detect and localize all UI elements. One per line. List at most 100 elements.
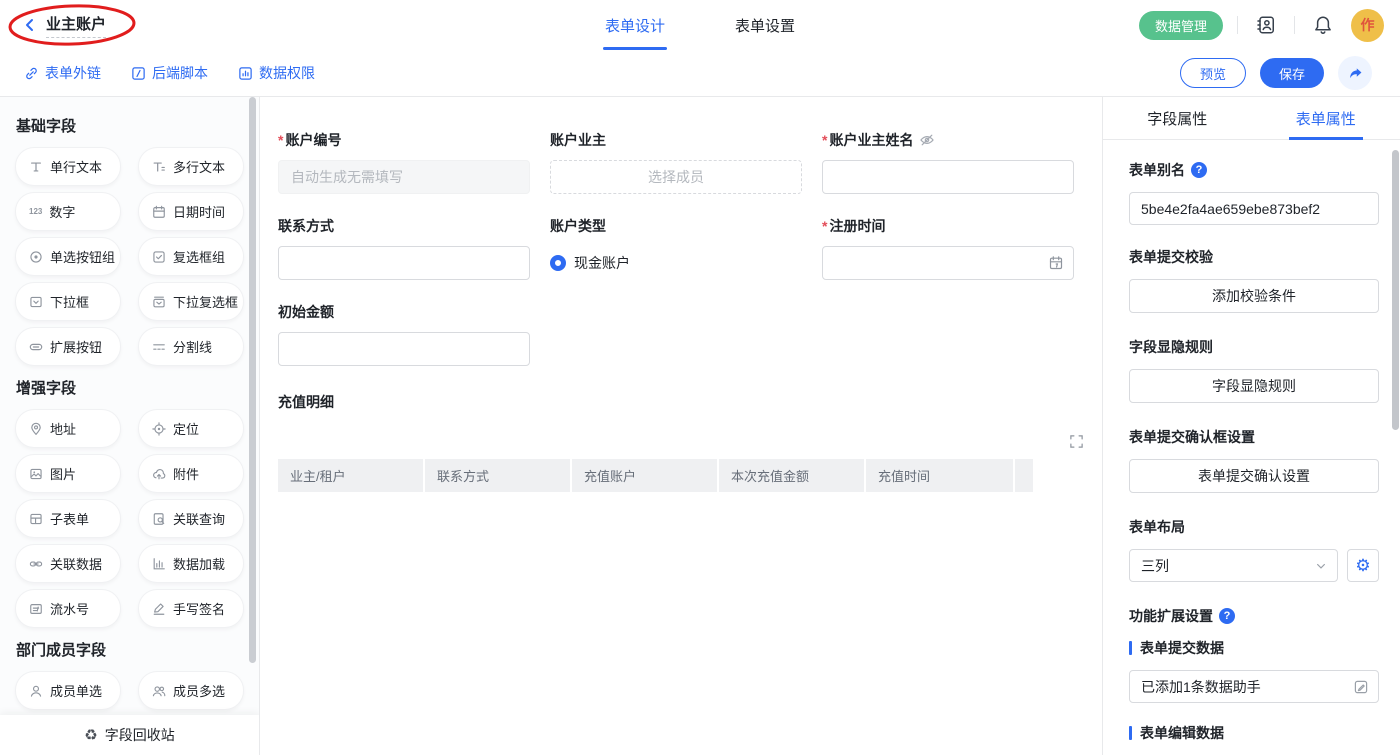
sidebar-scrollbar[interactable] xyxy=(249,97,256,663)
datetime-icon xyxy=(152,205,166,219)
field-type-image[interactable]: 图片 xyxy=(16,455,120,492)
field-type-select[interactable]: 下拉框 xyxy=(16,283,120,320)
extension-button-icon xyxy=(29,340,43,354)
tab-form-properties[interactable]: 表单属性 xyxy=(1252,97,1400,139)
tab-field-properties[interactable]: 字段属性 xyxy=(1103,97,1252,139)
layout-settings-button[interactable]: ⚙ xyxy=(1347,549,1379,582)
field-contact[interactable]: 联系方式 xyxy=(278,216,530,280)
calendar-icon xyxy=(1048,255,1064,271)
multi-select-icon xyxy=(152,295,166,309)
edit-pencil-icon[interactable] xyxy=(1353,679,1369,695)
form-layout-label: 表单布局 xyxy=(1129,517,1185,537)
subform-label: 充值明细 xyxy=(278,392,1084,412)
image-icon xyxy=(29,467,43,481)
share-button[interactable] xyxy=(1338,56,1372,90)
field-type-multi-line-text[interactable]: 多行文本 xyxy=(139,148,243,185)
field-type-checkbox-group[interactable]: 复选框组 xyxy=(139,238,243,275)
field-type-datetime[interactable]: 日期时间 xyxy=(139,193,243,230)
user-avatar[interactable]: 作 xyxy=(1351,9,1384,42)
related-data-icon xyxy=(29,557,43,571)
account-no-input[interactable]: 自动生成无需填写 xyxy=(278,160,530,194)
field-owner-name[interactable]: 账户业主姓名 xyxy=(822,130,1074,194)
expand-fullscreen-icon[interactable] xyxy=(1069,434,1084,449)
external-link-label: 表单外链 xyxy=(45,63,101,83)
register-time-input[interactable] xyxy=(822,246,1074,280)
panel-scrollbar[interactable] xyxy=(1392,150,1399,430)
radio-group-icon xyxy=(29,250,43,264)
layout-select-value: 三列 xyxy=(1141,556,1169,576)
save-button[interactable]: 保存 xyxy=(1260,58,1324,88)
data-permission-action[interactable]: 数据权限 xyxy=(238,63,315,83)
field-type-number[interactable]: 123数字 xyxy=(16,193,120,230)
field-label: 账户类型 xyxy=(550,216,606,236)
field-type-extension-button[interactable]: 扩展按钮 xyxy=(16,328,120,365)
permission-icon xyxy=(238,66,253,81)
field-initial-amount[interactable]: 初始金额 xyxy=(278,302,530,366)
field-type-serial-number[interactable]: 流水号 xyxy=(16,590,120,627)
field-account-type[interactable]: 账户类型 现金账户 xyxy=(550,216,802,280)
subform-column-stub xyxy=(1015,459,1033,492)
field-register-time[interactable]: 注册时间 xyxy=(822,216,1074,280)
section-title-member-fields: 部门成员字段 xyxy=(16,639,259,660)
backend-script-label: 后端脚本 xyxy=(152,63,208,83)
field-type-related-query[interactable]: 关联查询 xyxy=(139,500,243,537)
select-member-box[interactable]: 选择成员 xyxy=(550,160,802,194)
data-assistant-box[interactable]: 已添加1条数据助手 xyxy=(1129,670,1379,703)
field-type-data-load[interactable]: 数据加载 xyxy=(139,545,243,582)
contact-input[interactable] xyxy=(278,246,530,280)
data-manage-button[interactable]: 数据管理 xyxy=(1139,11,1223,40)
field-type-single-line-text[interactable]: 单行文本 xyxy=(16,148,120,185)
field-type-member-multi[interactable]: 成员多选 xyxy=(139,672,243,709)
help-question-icon[interactable]: ? xyxy=(1219,608,1235,624)
form-design-canvas[interactable]: 账户编号 自动生成无需填写 账户业主 选择成员 账户业主姓名 联系方式 账户类型 xyxy=(260,97,1102,755)
eye-hidden-icon xyxy=(919,132,935,148)
notification-bell-icon[interactable] xyxy=(1309,11,1337,39)
initial-amount-input[interactable] xyxy=(278,332,530,366)
member-multi-icon xyxy=(152,684,166,698)
field-type-address[interactable]: 地址 xyxy=(16,410,120,447)
address-book-icon[interactable] xyxy=(1252,11,1280,39)
radio-selected[interactable] xyxy=(550,255,566,271)
field-account-no[interactable]: 账户编号 自动生成无需填写 xyxy=(278,130,530,194)
recycle-icon: ♻ xyxy=(84,726,97,744)
subform-column: 联系方式 xyxy=(425,459,570,492)
external-link-action[interactable]: 表单外链 xyxy=(24,63,101,83)
field-type-signature[interactable]: 手写签名 xyxy=(139,590,243,627)
form-alias-input[interactable]: 5be4e2fa4ae659ebe873bef2 xyxy=(1129,192,1379,225)
layout-select[interactable]: 三列 xyxy=(1129,549,1338,582)
field-type-location[interactable]: 定位 xyxy=(139,410,243,447)
confirm-box-button[interactable]: 表单提交确认设置 xyxy=(1129,459,1379,493)
add-validation-button[interactable]: 添加校验条件 xyxy=(1129,279,1379,313)
field-library-sidebar: 基础字段 单行文本 多行文本 123数字 日期时间 单选按钮组 复选框组 下拉框… xyxy=(0,97,260,755)
field-type-related-data[interactable]: 关联数据 xyxy=(16,545,120,582)
field-type-member-single[interactable]: 成员单选 xyxy=(16,672,120,709)
section-title-basic-fields: 基础字段 xyxy=(16,115,259,136)
related-query-icon xyxy=(152,512,166,526)
field-type-subform[interactable]: 子表单 xyxy=(16,500,120,537)
backend-script-action[interactable]: 后端脚本 xyxy=(131,63,208,83)
subform-column: 充值账户 xyxy=(572,459,717,492)
field-visibility-button[interactable]: 字段显隐规则 xyxy=(1129,369,1379,403)
field-type-attachment[interactable]: 附件 xyxy=(139,455,243,492)
tab-form-settings[interactable]: 表单设置 xyxy=(735,0,795,50)
script-icon xyxy=(131,66,146,81)
signature-icon xyxy=(152,602,166,616)
help-question-icon[interactable]: ? xyxy=(1191,162,1207,178)
owner-name-input[interactable] xyxy=(822,160,1074,194)
field-account-owner[interactable]: 账户业主 选择成员 xyxy=(550,130,802,194)
field-type-radio-group[interactable]: 单选按钮组 xyxy=(16,238,120,275)
app-header: 业主账户 表单设计 表单设置 数据管理 作 xyxy=(0,0,1400,50)
select-icon xyxy=(29,295,43,309)
address-icon xyxy=(29,422,43,436)
radio-option-label[interactable]: 现金账户 xyxy=(574,253,630,273)
field-recharge-detail-subform[interactable]: 充值明细 业主/租户 联系方式 充值账户 本次充值金额 充值时间 xyxy=(278,392,1084,492)
preview-button[interactable]: 预览 xyxy=(1180,58,1246,88)
tab-form-design[interactable]: 表单设计 xyxy=(605,0,665,50)
section-title-enhanced-fields: 增强字段 xyxy=(16,377,259,398)
multi-line-text-icon xyxy=(152,160,166,174)
field-recycle-bin[interactable]: ♻ 字段回收站 xyxy=(0,715,259,755)
data-permission-label: 数据权限 xyxy=(259,63,315,83)
field-type-multi-select[interactable]: 下拉复选框 xyxy=(139,283,243,320)
field-label: 注册时间 xyxy=(822,216,885,236)
field-type-divider[interactable]: 分割线 xyxy=(139,328,243,365)
